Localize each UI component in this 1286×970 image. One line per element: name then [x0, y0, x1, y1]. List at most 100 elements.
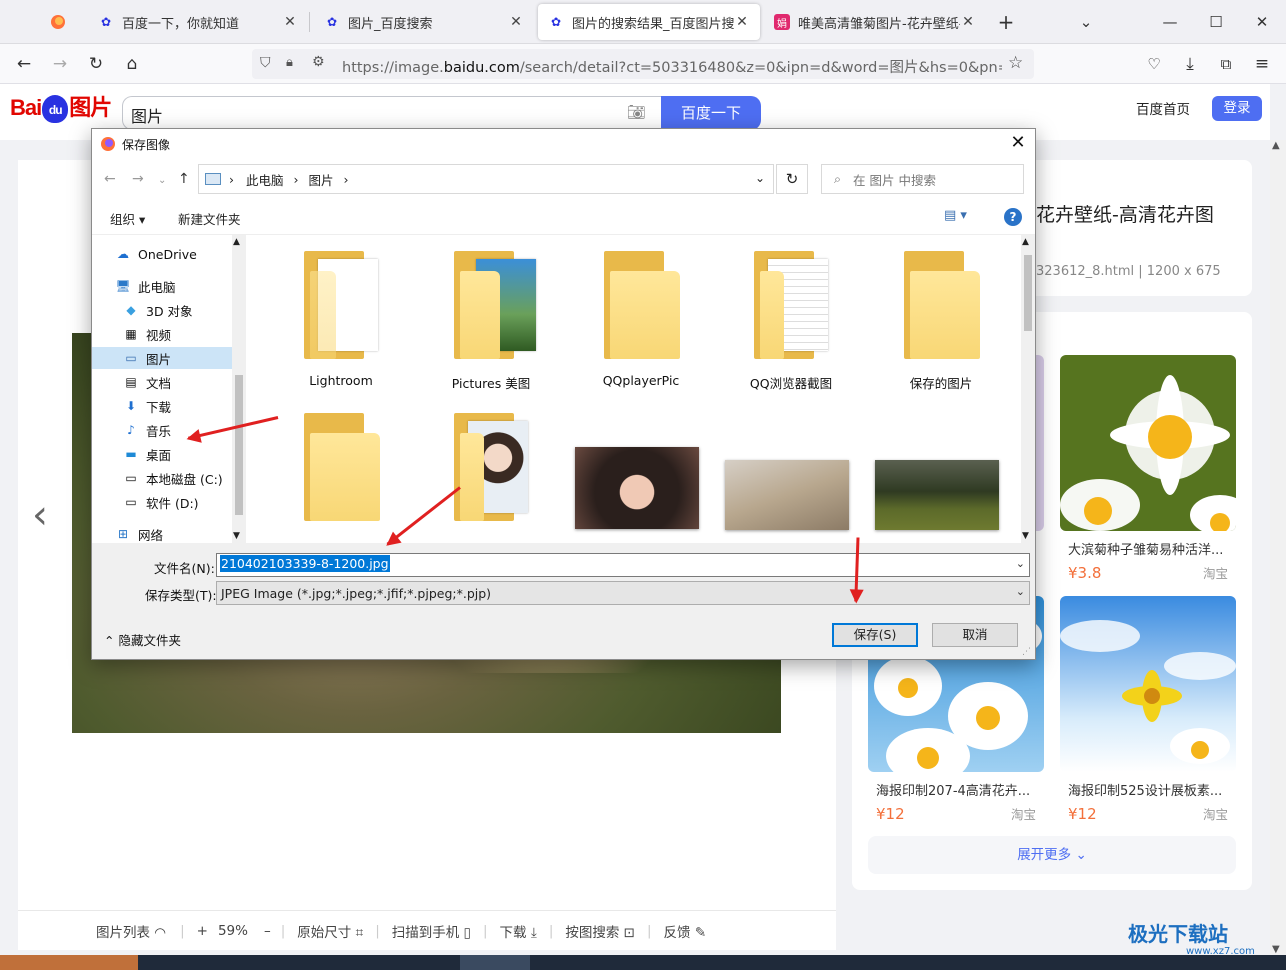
tree-item-music[interactable]: ♪ 音乐: [92, 419, 232, 441]
breadcrumb-pictures[interactable]: 图片: [309, 170, 334, 189]
zoom-in-button[interactable]: +: [197, 923, 208, 939]
extensions-icon[interactable]: ⧉: [1212, 50, 1240, 78]
product-name[interactable]: 大滨菊种子雏菊易种活洋...: [1060, 539, 1236, 558]
product-card[interactable]: 大滨菊种子雏菊易种活洋... ¥3.8 淘宝: [1060, 355, 1236, 582]
up-icon[interactable]: ↑: [178, 171, 190, 187]
list-all-tabs-icon[interactable]: ⌄: [1066, 0, 1106, 44]
folder-item[interactable]: [421, 413, 561, 523]
back-icon[interactable]: ←: [104, 171, 116, 187]
recent-locations-icon[interactable]: ⌄: [158, 175, 166, 186]
cancel-button[interactable]: 取消: [932, 623, 1018, 647]
expand-more-button[interactable]: 展开更多 ⌄: [868, 836, 1236, 874]
feedback-button[interactable]: 反馈 ✎: [664, 921, 707, 941]
tab-baidu-home[interactable]: ✿ 百度一下，你就知道 ✕: [88, 0, 308, 44]
close-tab-icon[interactable]: ✕: [734, 14, 750, 30]
breadcrumb-this-pc[interactable]: 此电脑: [246, 170, 284, 189]
login-button[interactable]: 登录: [1212, 96, 1262, 121]
forward-icon[interactable]: →: [132, 171, 144, 187]
tree-item-onedrive[interactable]: ☁ OneDrive: [92, 243, 232, 265]
tree-item-desktop[interactable]: ▬ 桌面: [92, 443, 232, 465]
product-card[interactable]: 海报印制525设计展板素... ¥12 淘宝: [1060, 596, 1236, 823]
downloads-icon[interactable]: ⤓: [1176, 50, 1204, 78]
folder-search-input[interactable]: ⌕ 在 图片 中搜索: [821, 164, 1024, 194]
refresh-icon[interactable]: ↻: [776, 164, 808, 194]
tab-image-search[interactable]: ✿ 图片_百度搜索 ✕: [314, 0, 534, 44]
tab-daisy-wallpaper[interactable]: 娟 唯美高清雏菊图片-花卉壁纸-高 ✕: [764, 0, 986, 44]
tree-item-downloads[interactable]: ⬇ 下载: [92, 395, 232, 417]
new-folder-button[interactable]: 新建文件夹: [178, 209, 241, 228]
baidu-image-logo[interactable]: Bai du 图片: [10, 90, 112, 124]
organize-button[interactable]: 组织 ▾: [110, 209, 145, 228]
filetype-select[interactable]: JPEG Image (*.jpg;*.jpeg;*.jfif;*.pjpeg;…: [216, 581, 1030, 605]
tab-search-results[interactable]: ✿ 图片的搜索结果_百度图片搜索 ✕: [538, 4, 760, 40]
search-input[interactable]: 图片 📷︎: [122, 96, 662, 130]
hide-folders-toggle[interactable]: ⌃ 隐藏文件夹: [104, 630, 181, 649]
folder-saved-pictures[interactable]: 保存的图片: [871, 251, 1011, 392]
tree-item-pictures[interactable]: ▭ 图片: [92, 347, 232, 369]
page-scrollbar[interactable]: ▲ ▼: [1270, 140, 1286, 955]
chevron-down-icon[interactable]: ⌄: [755, 171, 765, 185]
minimize-icon[interactable]: —: [1150, 0, 1190, 44]
tree-item-documents[interactable]: ▤ 文档: [92, 371, 232, 393]
close-tab-icon[interactable]: ✕: [508, 14, 524, 30]
view-options-icon[interactable]: ▤ ▾: [944, 208, 967, 223]
url-bar[interactable]: ⛉ 🔒︎ ⚙ https://image.baidu.com/search/de…: [252, 49, 1034, 79]
home-icon[interactable]: ⌂: [118, 50, 146, 78]
original-size-button[interactable]: 原始尺寸 ⌗: [297, 921, 363, 941]
help-icon[interactable]: ?: [1004, 208, 1022, 226]
result-title[interactable]: 花卉壁纸-高清花卉图: [1036, 200, 1214, 227]
bookmark-star-icon[interactable]: ☆: [1008, 53, 1023, 73]
tree-scrollbar[interactable]: ▲ ▼: [232, 235, 246, 543]
filename-input[interactable]: 210402103339-8-1200.jpg ⌄: [216, 553, 1030, 577]
folder-qq-browser-screenshots[interactable]: QQ浏览器截图: [721, 251, 861, 392]
tree-item-this-pc[interactable]: 🖥︎ 此电脑: [92, 275, 232, 297]
camera-icon[interactable]: 📷︎: [627, 103, 646, 121]
shield-icon[interactable]: ⛉: [260, 55, 271, 71]
folder-qqplayerpic[interactable]: QQplayerPic: [571, 251, 711, 388]
permissions-icon[interactable]: ⚙: [312, 54, 325, 70]
image-thumbnail[interactable]: [575, 447, 699, 529]
reload-icon[interactable]: ↻: [82, 50, 110, 78]
close-tab-icon[interactable]: ✕: [282, 14, 298, 30]
chevron-down-icon[interactable]: ⌄: [1016, 557, 1025, 570]
lock-icon[interactable]: 🔒︎: [286, 55, 293, 70]
product-image-partial[interactable]: [1036, 355, 1044, 531]
close-icon[interactable]: ✕: [1007, 132, 1029, 154]
menu-icon[interactable]: ≡: [1248, 50, 1276, 78]
save-button[interactable]: 保存(S): [832, 623, 918, 647]
product-name[interactable]: 海报印制525设计展板素...: [1060, 780, 1236, 799]
new-tab-button[interactable]: +: [986, 0, 1026, 44]
tree-item-videos[interactable]: ▦ 视频: [92, 323, 232, 345]
folder-item[interactable]: [271, 413, 411, 523]
search-button[interactable]: 百度一下: [661, 96, 761, 130]
scan-to-phone-button[interactable]: 扫描到手机 ▯: [392, 921, 471, 941]
back-icon[interactable]: ←: [10, 50, 38, 78]
image-thumbnail[interactable]: [875, 460, 999, 530]
chevron-down-icon[interactable]: ⌄: [1016, 585, 1025, 598]
zoom-out-button[interactable]: –: [264, 923, 271, 939]
file-list-scrollbar[interactable]: ▲ ▼: [1021, 235, 1035, 543]
maximize-icon[interactable]: ☐: [1196, 0, 1236, 44]
folder-lightroom[interactable]: Lightroom: [271, 251, 411, 388]
pocket-icon[interactable]: ♡: [1140, 50, 1168, 78]
resize-grip-icon[interactable]: ⋰: [1022, 647, 1031, 657]
product-image[interactable]: [1060, 596, 1236, 772]
tree-item-drive-c[interactable]: ▭ 本地磁盘 (C:): [92, 467, 232, 489]
tree-item-drive-d[interactable]: ▭ 软件 (D:): [92, 491, 232, 513]
product-image[interactable]: [1060, 355, 1236, 531]
search-by-image-button[interactable]: 按图搜索 ⊡: [565, 921, 635, 941]
image-list-button[interactable]: 图片列表 ◠: [96, 921, 166, 941]
tree-item-3d-objects[interactable]: ◆ 3D 对象: [92, 299, 232, 321]
image-thumbnail[interactable]: [725, 460, 849, 530]
baidu-home-link[interactable]: 百度首页: [1136, 98, 1190, 118]
breadcrumb[interactable]: › 此电脑 › 图片 › ⌄: [198, 164, 774, 194]
previous-image-icon[interactable]: ‹: [32, 492, 48, 538]
close-window-icon[interactable]: ✕: [1242, 0, 1282, 44]
product-name[interactable]: 海报印制207-4高清花卉...: [868, 780, 1044, 799]
tab-firefox-view[interactable]: [40, 0, 80, 44]
download-button[interactable]: 下载 ⤓: [500, 921, 537, 941]
tree-item-network[interactable]: ⊞ 网络: [92, 523, 232, 543]
forward-icon[interactable]: →: [46, 50, 74, 78]
url-text[interactable]: https://image.baidu.com/search/detail?ct…: [342, 56, 1002, 77]
folder-pictures-meitu[interactable]: Pictures 美图: [421, 251, 561, 392]
